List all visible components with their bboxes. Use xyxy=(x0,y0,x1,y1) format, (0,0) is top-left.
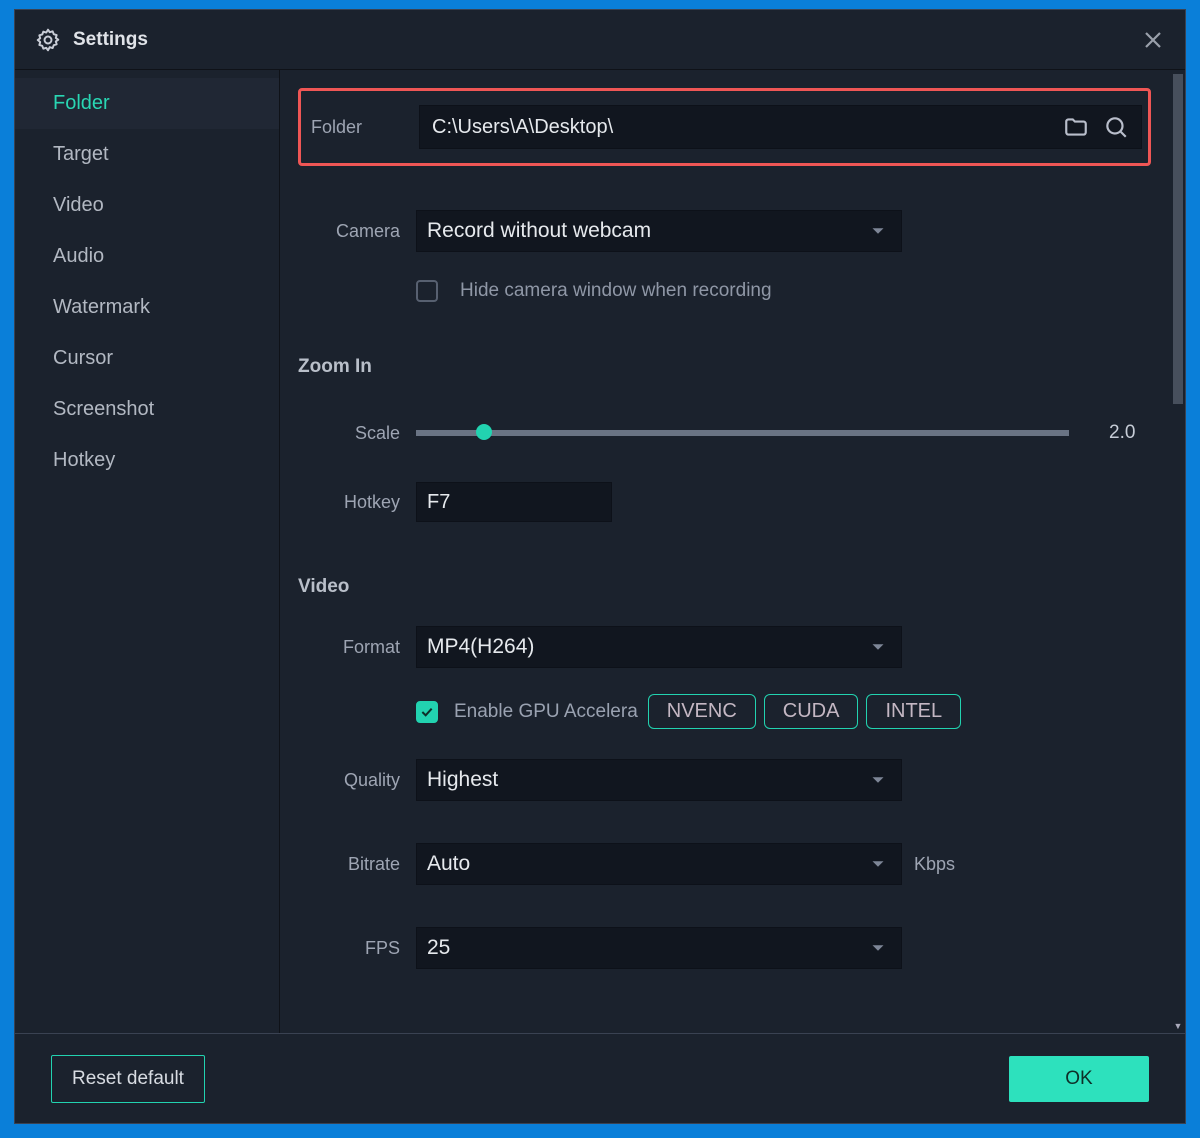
format-select[interactable]: MP4(H264) xyxy=(416,626,902,668)
settings-panel: Folder C:\Users\A\Desktop\ xyxy=(280,70,1169,1033)
window-title: Settings xyxy=(73,29,1141,51)
gear-icon xyxy=(35,27,61,53)
folder-path-text: C:\Users\A\Desktop\ xyxy=(432,116,1049,139)
format-label: Format xyxy=(298,637,416,658)
camera-select[interactable]: Record without webcam xyxy=(416,210,902,252)
scale-value: 2.0 xyxy=(1109,422,1151,444)
settings-window: Settings Folder Target Video Audio Water… xyxy=(14,9,1186,1124)
quality-select[interactable]: Highest xyxy=(416,759,902,801)
camera-label: Camera xyxy=(298,221,416,242)
sidebar: Folder Target Video Audio Watermark Curs… xyxy=(15,70,280,1033)
hide-camera-label: Hide camera window when recording xyxy=(460,280,772,302)
ok-button[interactable]: OK xyxy=(1009,1056,1149,1102)
bitrate-label: Bitrate xyxy=(298,854,416,875)
gpu-enable-label: Enable GPU Accelera xyxy=(454,701,638,723)
scale-slider-thumb[interactable] xyxy=(476,424,492,440)
chevron-down-icon xyxy=(867,853,889,875)
sidebar-item-video[interactable]: Video xyxy=(15,180,279,231)
folder-row-highlight: Folder C:\Users\A\Desktop\ xyxy=(298,88,1151,166)
close-button[interactable] xyxy=(1141,28,1165,52)
bitrate-select[interactable]: Auto xyxy=(416,843,902,885)
zoom-heading: Zoom In xyxy=(298,356,1151,378)
gpu-option-nvenc[interactable]: NVENC xyxy=(648,694,756,729)
fps-select[interactable]: 25 xyxy=(416,927,902,969)
scale-label: Scale xyxy=(298,423,416,444)
bitrate-value: Auto xyxy=(427,852,470,876)
quality-value: Highest xyxy=(427,768,498,792)
chevron-down-icon xyxy=(867,769,889,791)
quality-label: Quality xyxy=(298,770,416,791)
sidebar-item-hotkey[interactable]: Hotkey xyxy=(15,435,279,486)
hotkey-value: F7 xyxy=(427,491,450,514)
gpu-option-intel[interactable]: INTEL xyxy=(866,694,961,729)
chevron-down-icon xyxy=(867,937,889,959)
camera-select-value: Record without webcam xyxy=(427,219,651,243)
reset-default-button[interactable]: Reset default xyxy=(51,1055,205,1103)
hide-camera-checkbox[interactable] xyxy=(416,280,438,302)
scrollbar-thumb[interactable] xyxy=(1173,74,1183,404)
hotkey-label: Hotkey xyxy=(298,492,416,513)
video-heading: Video xyxy=(298,576,1151,598)
scrollbar[interactable]: ▲ ▼ xyxy=(1173,74,1183,1029)
bitrate-unit: Kbps xyxy=(914,854,955,875)
search-icon[interactable] xyxy=(1103,114,1129,140)
scale-slider[interactable] xyxy=(416,430,1069,436)
sidebar-item-cursor[interactable]: Cursor xyxy=(15,333,279,384)
sidebar-item-screenshot[interactable]: Screenshot xyxy=(15,384,279,435)
gpu-enable-checkbox[interactable] xyxy=(416,701,438,723)
hotkey-input[interactable]: F7 xyxy=(416,482,612,522)
titlebar: Settings xyxy=(15,10,1185,70)
folder-input[interactable]: C:\Users\A\Desktop\ xyxy=(419,105,1142,149)
gpu-option-cuda[interactable]: CUDA xyxy=(764,694,859,729)
sidebar-item-watermark[interactable]: Watermark xyxy=(15,282,279,333)
sidebar-item-target[interactable]: Target xyxy=(15,129,279,180)
footer: Reset default OK xyxy=(15,1033,1185,1123)
fps-label: FPS xyxy=(298,938,416,959)
folder-open-icon[interactable] xyxy=(1063,114,1089,140)
folder-label: Folder xyxy=(311,117,419,138)
scroll-down-icon[interactable]: ▼ xyxy=(1173,1021,1183,1031)
fps-value: 25 xyxy=(427,936,450,960)
format-value: MP4(H264) xyxy=(427,635,534,659)
sidebar-item-folder[interactable]: Folder xyxy=(15,78,279,129)
chevron-down-icon xyxy=(867,220,889,242)
sidebar-item-audio[interactable]: Audio xyxy=(15,231,279,282)
chevron-down-icon xyxy=(867,636,889,658)
